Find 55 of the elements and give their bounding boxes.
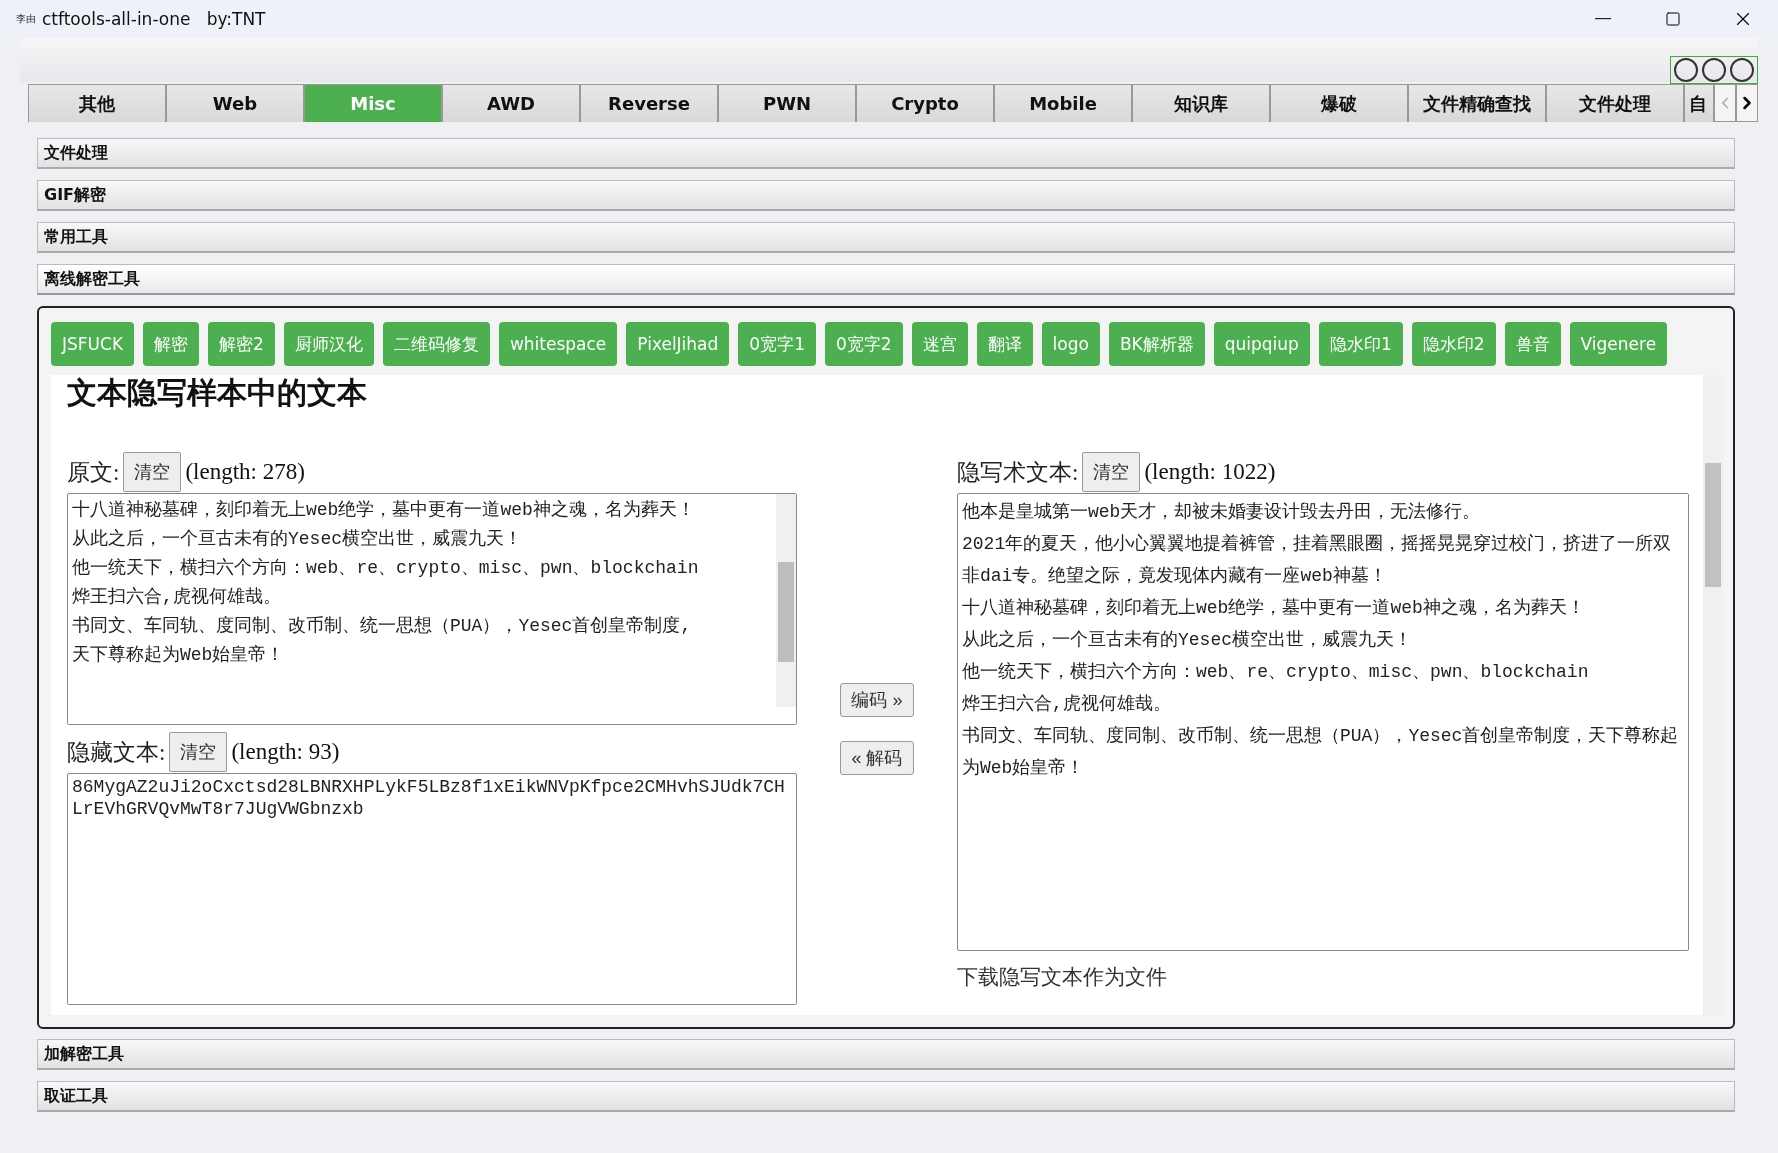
text-line: 十八道神秘墓碑，刻印着无上web绝学，墓中更有一道web神之魂，名为葬天！ xyxy=(72,499,695,522)
field-label: 原文: xyxy=(67,458,120,487)
field-label: 隐藏文本: xyxy=(67,738,166,767)
text-line: 烨王扫六合,虎视何雄哉。 xyxy=(72,586,281,609)
scroll-right-button[interactable] xyxy=(1736,84,1758,122)
section-header[interactable]: 常用工具 xyxy=(37,222,1735,253)
section-header[interactable]: 加解密工具 xyxy=(37,1039,1735,1070)
encode-button[interactable]: 编码 » xyxy=(840,683,914,717)
scrollbar[interactable] xyxy=(776,494,796,707)
field-label: 隐写术文本: xyxy=(957,458,1079,487)
text-line: 86MygAZ2uJi2oCxctsd28LBNRXHPLykF5LBz8f1xEikWNVpKfpce2CMHvhSJUdk7CHLrEVhGRVQvMwT8r7JUgVWGbnzxb xyxy=(72,776,786,820)
tab[interactable]: 自 xyxy=(1684,84,1714,122)
tab[interactable]: Mobile xyxy=(994,84,1132,122)
length-counter: (length: 93) xyxy=(231,739,340,765)
length-counter: (length: 278) xyxy=(185,459,305,485)
download-link[interactable]: 下载隐写文本作为文件 xyxy=(957,963,1167,991)
text-line: 十八道神秘墓碑，刻印着无上web绝学，墓中更有一道web神之魂，名为葬天！ xyxy=(962,597,1585,620)
tab[interactable]: Crypto xyxy=(856,84,994,122)
tab[interactable]: 爆破 xyxy=(1270,84,1408,122)
text-line: 从此之后，一个亘古未有的Yesec横空出世，威震九天！ xyxy=(72,528,522,551)
length-counter: (length: 1022) xyxy=(1144,459,1276,485)
minimize-icon xyxy=(1595,18,1611,20)
section-header[interactable]: 离线解密工具 xyxy=(37,264,1735,295)
tab[interactable]: 知识库 xyxy=(1132,84,1270,122)
section-header[interactable]: 文件处理 xyxy=(37,138,1735,169)
tab[interactable]: Web xyxy=(166,84,304,122)
decode-button[interactable]: « 解码 xyxy=(840,741,914,775)
tab[interactable]: 文件精确查找 xyxy=(1408,84,1546,122)
tab[interactable]: Reverse xyxy=(580,84,718,122)
tab[interactable]: 文件处理 xyxy=(1546,84,1684,122)
maximize-icon xyxy=(1665,11,1681,27)
page-heading: 文本隐写样本中的文本 xyxy=(67,375,368,411)
text-line: 他一统天下，横扫六个方向：web、re、crypto、misc、pwn、blockchain xyxy=(72,557,699,580)
clear-button[interactable]: 清空 xyxy=(169,732,228,772)
clear-button[interactable]: 清空 xyxy=(1082,452,1141,492)
text-line: 烨王扫六合,虎视何雄哉。 xyxy=(962,693,1171,716)
scrollbar[interactable] xyxy=(1703,375,1723,1015)
tab[interactable]: PWN xyxy=(718,84,856,122)
text-line: 他本是皇城第一web天才，却被未婚妻设计毁去丹田，无法修行。 xyxy=(962,501,1481,524)
text-line: 2021年的夏天，他小心翼翼地提着裤管，挂着黑眼圈，摇摇晃晃穿过校门，挤进了一所双非dai专。绝望之际，竟发现体内藏有一座web神墓！ xyxy=(962,533,1673,588)
tab[interactable]: 其他 xyxy=(28,84,166,122)
tab[interactable]: AWD xyxy=(442,84,580,122)
stego-text-field[interactable] xyxy=(957,493,1689,951)
text-line: 他一统天下，横扫六个方向：web、re、crypto、misc、pwn、blockchain xyxy=(962,661,1589,684)
app-icon: 李由 xyxy=(16,12,38,26)
original-text-field[interactable]: 十八道神秘墓碑，刻印着无上web绝学，墓中更有一道web神之魂，名为葬天！ 从此之后，一个亘古未有的Yesec横空出世，威震九天！ 他一统天下，横扫六个方向：web、re、crypto、misc、pwn、blockchain 烨王扫六合,虎视何雄哉。 书同文、车同轨、度同制、改币制、统一思想（PUA），Yesec首创皇帝制度, 天下尊称起为Web始皇帝！ xyxy=(67,493,797,725)
window-title: ctftools-all-in-one by:TNT xyxy=(42,9,267,29)
text-line: 从此之后，一个亘古未有的Yesec横空出世，威震九天！ xyxy=(962,629,1412,652)
text-line: 天下尊称起为Web始皇帝！ xyxy=(72,644,285,667)
text-line: 书同文、车同轨、度同制、改币制、统一思想（PUA），Yesec首创皇帝制度，天下尊称起为Web始皇帝！ xyxy=(962,725,1680,780)
section-header[interactable]: 取证工具 xyxy=(37,1081,1735,1112)
section-header[interactable]: GIF解密 xyxy=(37,180,1735,211)
clear-button[interactable]: 清空 xyxy=(123,452,182,492)
hidden-text-field[interactable]: 86MygAZ2uJi2oCxctsd28LBNRXHPLykF5LBz8f1xEikWNVpKfpce2CMHvhSJUdk7CHLrEVhGRVQvMwT8r7JUgVWGbnzxb xyxy=(67,773,797,1005)
text-line: 书同文、车同轨、度同制、改币制、统一思想（PUA），Yesec首创皇帝制度, xyxy=(72,615,692,638)
